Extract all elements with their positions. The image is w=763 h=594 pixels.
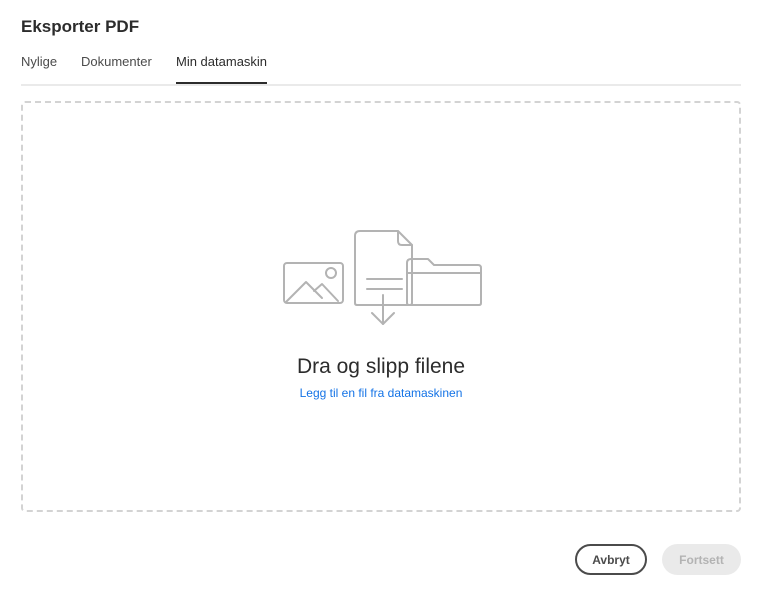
folder-icon (406, 258, 482, 306)
drop-illustration (283, 230, 482, 325)
dialog-title: Eksporter PDF (21, 17, 140, 36)
tab-my-computer[interactable]: Min datamaskin (176, 54, 267, 69)
image-icon (283, 262, 344, 304)
tab-recent[interactable]: Nylige (21, 54, 57, 69)
add-file-link[interactable]: Legg til en fil fra datamaskinen (23, 386, 739, 400)
tab-documents[interactable]: Dokumenter (81, 54, 152, 69)
cancel-button[interactable]: Avbryt (575, 544, 647, 575)
drop-zone-title: Dra og slipp filene (296, 355, 466, 378)
tab-bar: Nylige Dokumenter Min datamaskin (21, 52, 741, 86)
active-tab-indicator (176, 82, 267, 84)
file-upload-icon (354, 230, 413, 325)
continue-button[interactable]: Fortsett (662, 544, 741, 575)
file-drop-zone[interactable]: Dra og slipp filene Legg til en fil fra … (21, 101, 741, 512)
